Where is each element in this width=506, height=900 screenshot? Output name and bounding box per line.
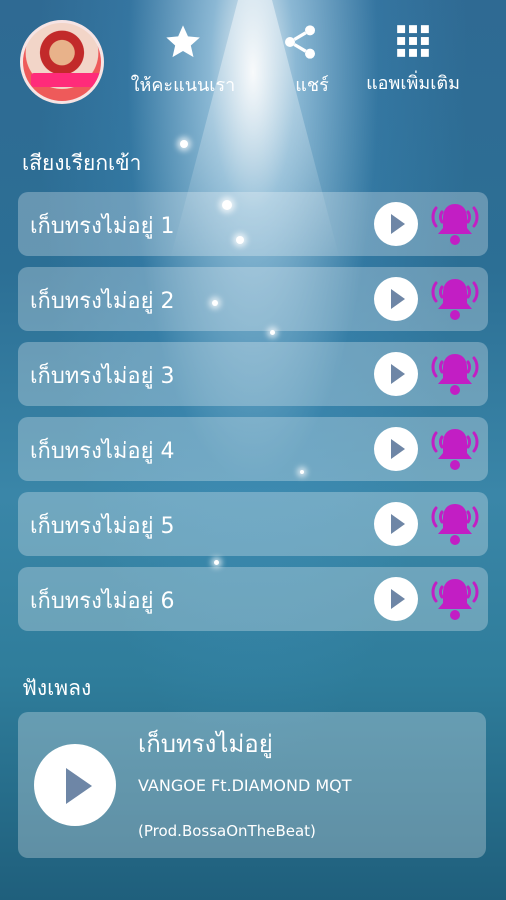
ringtone-row[interactable]: เก็บทรงไม่อยู่ 6 [18,567,488,631]
play-icon [391,514,405,534]
sparkle [180,140,188,148]
song-artist: VANGOE Ft.DIAMOND MQT [138,776,352,795]
ringing-bell-icon[interactable] [428,348,482,400]
preview-play-button[interactable] [374,427,418,471]
play-icon [391,589,405,609]
ringtone-row[interactable]: เก็บทรงไม่อยู่ 1 [18,192,488,256]
app-logo-avatar[interactable] [20,20,104,104]
ringtones-section-title: เสียงเรียกเข้า [22,151,142,175]
ringtone-row[interactable]: เก็บทรงไม่อยู่ 3 [18,342,488,406]
ringing-bell-icon[interactable] [428,498,482,550]
grid-icon [397,25,429,57]
ringing-bell-icon[interactable] [428,198,482,250]
preview-play-button[interactable] [374,502,418,546]
preview-play-button[interactable] [374,202,418,246]
play-icon [391,289,405,309]
more-apps-button[interactable]: แอพเพิ่มเติม [348,22,478,97]
rate-label: ให้คะแนนเรา [130,75,236,96]
listen-section-title: ฟังเพลง [22,676,92,700]
sparkle [214,560,219,565]
song-player-card[interactable]: เก็บทรงไม่อยู่ VANGOE Ft.DIAMOND MQT (Pr… [18,712,486,858]
ringing-bell-icon[interactable] [428,423,482,475]
play-icon [391,439,405,459]
ringtone-title: เก็บทรงไม่อยู่ 3 [30,364,175,389]
ringtone-row[interactable]: เก็บทรงไม่อยู่ 5 [18,492,488,556]
play-song-button[interactable] [34,744,116,826]
preview-play-button[interactable] [374,352,418,396]
ringtone-title: เก็บทรงไม่อยู่ 2 [30,289,175,314]
play-icon [66,768,92,804]
ringtone-title: เก็บทรงไม่อยู่ 6 [30,589,175,614]
ringtone-title: เก็บทรงไม่อยู่ 5 [30,514,175,539]
play-icon [391,214,405,234]
ringtone-row[interactable]: เก็บทรงไม่อยู่ 2 [18,267,488,331]
ringtone-title: เก็บทรงไม่อยู่ 1 [30,214,175,239]
rate-button[interactable]: ให้คะแนนเรา [118,22,248,99]
ringing-bell-icon[interactable] [428,573,482,625]
ringing-bell-icon[interactable] [428,273,482,325]
ringtone-row[interactable]: เก็บทรงไม่อยู่ 4 [18,417,488,481]
share-label: แชร์ [295,75,329,96]
ringtone-title: เก็บทรงไม่อยู่ 4 [30,439,175,464]
star-icon [166,25,200,58]
preview-play-button[interactable] [374,277,418,321]
preview-play-button[interactable] [374,577,418,621]
song-producer: (Prod.BossaOnTheBeat) [138,822,316,840]
play-icon [391,364,405,384]
more-apps-label: แอพเพิ่มเติม [366,73,460,94]
share-button[interactable]: แชร์ [235,22,365,99]
share-icon [285,25,315,59]
song-title: เก็บทรงไม่อยู่ [138,730,273,758]
